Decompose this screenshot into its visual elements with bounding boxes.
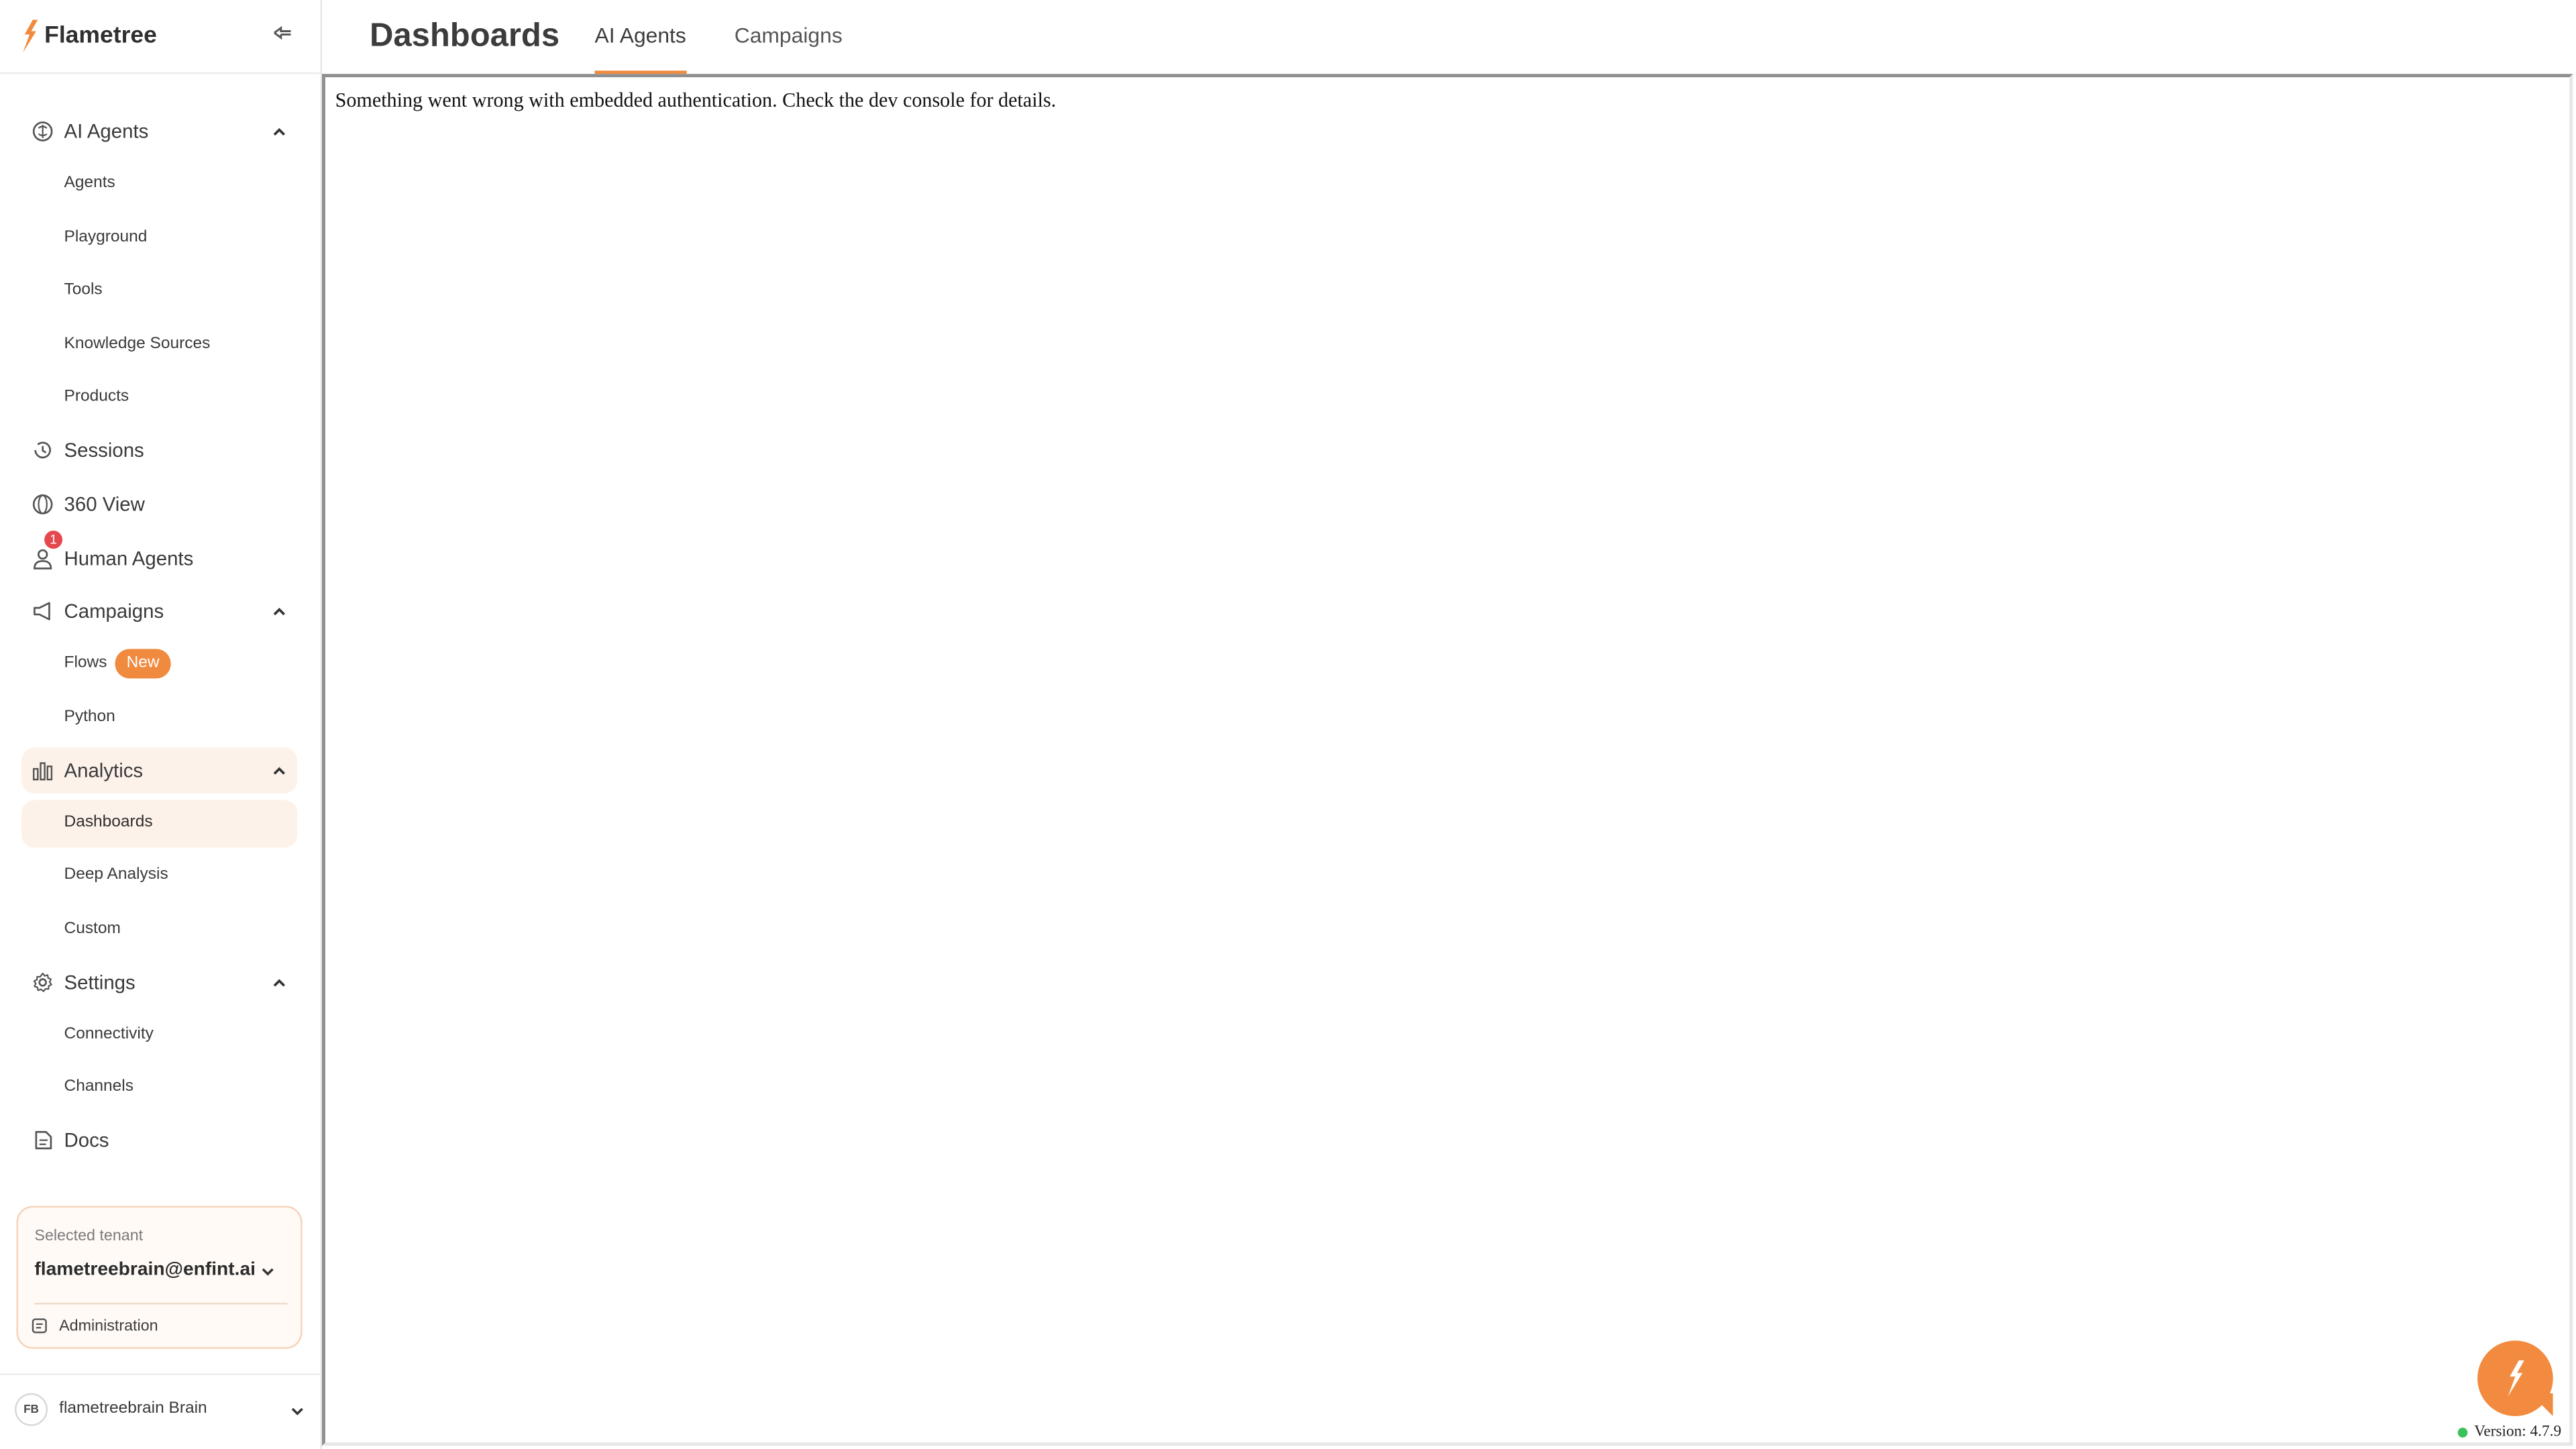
tab-label: Campaigns (734, 23, 843, 48)
tenant-label: Selected tenant (34, 1227, 144, 1246)
sidebar-item-label: Knowledge Sources (64, 335, 211, 354)
sidebar-item-products[interactable]: Products (21, 374, 297, 421)
user-icon (34, 549, 52, 570)
pin-icon (274, 25, 291, 40)
page-header: Dashboards AI Agents Campaigns (322, 0, 2576, 76)
sidebar-item-label: Docs (64, 1128, 109, 1152)
sidebar-item-label: Settings (64, 971, 136, 994)
sidebar-item-playground[interactable]: Playground (21, 215, 297, 262)
sidebar-item-agents[interactable]: Agents (21, 161, 297, 207)
sidebar-item-settings[interactable]: Settings (21, 959, 297, 1006)
sidebar-item-360-view[interactable]: 360 View (21, 482, 297, 528)
sidebar-item-custom[interactable]: Custom (21, 907, 297, 953)
sidebar-item-python[interactable]: Python (21, 695, 297, 741)
sidebar-item-knowledge-sources[interactable]: Knowledge Sources (21, 322, 297, 368)
chevron-up-icon[interactable] (270, 121, 289, 141)
app-root: Flametree AI Agents Agents Playground To… (0, 0, 2576, 1449)
sidebar-item-analytics[interactable]: Analytics (21, 747, 298, 794)
globe-icon (32, 494, 53, 515)
sidebar-item-label: Human Agents (64, 547, 194, 570)
administration-link[interactable]: Administration (32, 1314, 158, 1337)
new-badge: New (115, 649, 171, 679)
sidebar-item-ai-agents[interactable]: AI Agents (21, 109, 297, 155)
sidebar-item-label: Products (64, 387, 129, 406)
notification-badge: 1 (44, 531, 63, 549)
docs-icon (35, 1131, 52, 1150)
sidebar-item-label: Tools (64, 280, 103, 299)
tab-campaigns[interactable]: Campaigns (735, 23, 843, 72)
sidebar-item-tools[interactable]: Tools (21, 268, 297, 314)
sidebar-item-label: AI Agents (64, 119, 149, 144)
sidebar-item-connectivity[interactable]: Connectivity (21, 1012, 297, 1059)
sidebar-item-channels[interactable]: Channels (21, 1065, 297, 1111)
sidebar-item-deep-analysis[interactable]: Deep Analysis (21, 853, 297, 899)
sidebar-item-campaigns[interactable]: Campaigns (21, 588, 297, 635)
flametree-chat-icon (2508, 1360, 2524, 1397)
chat-assistant-button[interactable] (2477, 1340, 2553, 1417)
brand-name: Flametree (44, 23, 157, 50)
sidebar-item-label: Agents (64, 174, 115, 193)
brain-icon (32, 121, 53, 142)
sidebar-item-label: Deep Analysis (64, 865, 168, 884)
chevron-down-icon (291, 1407, 303, 1415)
sidebar-item-label: Python (64, 708, 115, 727)
sidebar-item-label: Connectivity (64, 1025, 154, 1044)
chevron-up-icon[interactable] (270, 601, 289, 621)
sidebar-item-flows[interactable]: Flows New (21, 641, 297, 687)
collapse-sidebar-button[interactable] (271, 21, 294, 44)
sidebar-item-label: Sessions (64, 438, 144, 462)
sidebar-item-human-agents[interactable]: 1 Human Agents (21, 531, 297, 582)
sidebar-item-label: Analytics (64, 759, 144, 782)
sidebar-item-label: Playground (64, 228, 148, 247)
history-icon (34, 441, 52, 459)
gear-icon (33, 972, 52, 992)
sidebar-item-dashboards[interactable]: Dashboards (21, 800, 298, 848)
megaphone-icon (34, 602, 50, 621)
sidebar-item-label: Campaigns (64, 599, 164, 623)
sidebar-item-sessions[interactable]: Sessions (21, 427, 297, 474)
flametree-logo-icon (23, 19, 38, 53)
bar-chart-icon (32, 762, 53, 781)
chevron-down-icon (262, 1268, 274, 1276)
user-divider (0, 1373, 321, 1375)
sidebar-item-label: Dashboards (64, 813, 153, 832)
sidebar-item-docs[interactable]: Docs (21, 1117, 297, 1163)
sidebar-item-label: 360 View (64, 492, 145, 516)
sidebar-item-label: Flows (64, 653, 107, 672)
chevron-up-icon[interactable] (270, 761, 289, 780)
tenant-divider (34, 1303, 288, 1305)
tab-label: AI Agents (594, 23, 686, 48)
page-title: Dashboards (370, 17, 560, 54)
tab-ai-agents[interactable]: AI Agents (594, 23, 686, 74)
tenant-selector-card: Selected tenant flametreebrain@enfint.ai… (16, 1205, 303, 1349)
user-name: flametreebrain Brain (59, 1399, 207, 1418)
admin-icon (32, 1318, 47, 1334)
tenant-value: flametreebrain@enfint.ai (34, 1260, 256, 1280)
user-menu[interactable]: FB flametreebrain Brain (15, 1393, 307, 1430)
chevron-up-icon[interactable] (270, 973, 289, 992)
version-indicator: Version: 4.7.9 (2457, 1423, 2562, 1442)
status-dot (2457, 1428, 2468, 1438)
avatar: FB (15, 1393, 48, 1426)
version-text: Version: 4.7.9 (2474, 1424, 2562, 1441)
embedded-dashboard-frame: Something went wrong with embedded authe… (322, 74, 2573, 1446)
brand-divider (0, 72, 321, 74)
sidebar: Flametree AI Agents Agents Playground To… (0, 0, 323, 1449)
error-message: Something went wrong with embedded authe… (335, 89, 1057, 112)
sidebar-item-label: Channels (64, 1077, 134, 1096)
administration-label: Administration (59, 1316, 158, 1335)
sidebar-item-label: Custom (64, 920, 121, 938)
brand-logo[interactable]: Flametree (19, 16, 157, 56)
